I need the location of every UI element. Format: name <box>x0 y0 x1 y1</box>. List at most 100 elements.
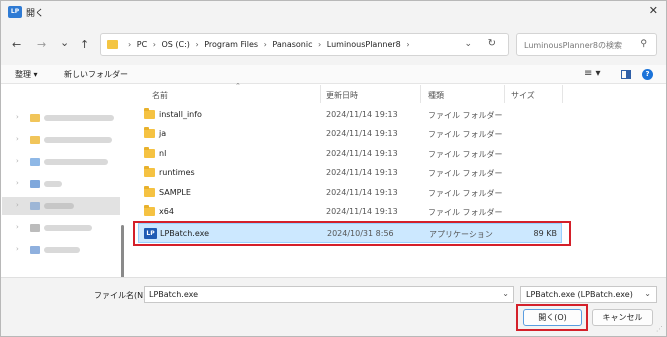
chevron-right-icon[interactable]: › <box>16 179 19 187</box>
help-icon[interactable]: ? <box>642 69 653 80</box>
file-type: ファイル フォルダー <box>428 189 503 198</box>
navigation-bar: ← → ⌄ ↑ › PC › OS (C:) › Program Files ›… <box>1 23 666 65</box>
file-date: 2024/11/14 19:13 <box>326 168 398 177</box>
chevron-right-icon[interactable]: › <box>16 157 19 165</box>
breadcrumb-panasonic[interactable]: Panasonic <box>272 40 312 49</box>
up-icon[interactable]: ↑ <box>80 38 89 51</box>
nav-pane-item[interactable]: › <box>2 175 120 193</box>
column-header-name[interactable]: 名前 <box>152 90 168 101</box>
recent-locations-icon[interactable]: ⌄ <box>60 36 69 49</box>
chevron-right-icon[interactable]: › <box>16 245 19 253</box>
highlight-box-file <box>133 221 571 246</box>
blurred-label <box>44 225 92 231</box>
app-icon: LP <box>8 6 22 18</box>
breadcrumb-separator: › <box>406 40 410 49</box>
column-header-size[interactable]: サイズ <box>511 90 535 101</box>
file-date: 2024/11/14 19:13 <box>326 207 398 216</box>
filename-value[interactable]: LPBatch.exe <box>149 290 198 299</box>
dialog-footer: ファイル名(N): LPBatch.exe ⌄ LPBatch.exe (LPB… <box>1 277 666 336</box>
file-date: 2024/11/14 19:13 <box>326 149 398 158</box>
file-name: nl <box>159 149 167 158</box>
blurred-label <box>44 181 62 187</box>
nav-pane-item[interactable]: › <box>2 241 120 259</box>
file-row[interactable]: x64 2024/11/14 19:13 ファイル フォルダー <box>138 202 562 222</box>
nav-pane-item[interactable]: › <box>2 219 120 237</box>
folder-icon <box>144 186 155 197</box>
chevron-down-icon[interactable]: ⌄ <box>464 39 472 49</box>
sort-ascending-icon: ⌃ <box>235 82 241 90</box>
breadcrumb-separator: › <box>128 40 132 49</box>
organize-button[interactable]: 整理 ▾ <box>15 69 38 80</box>
column-header-type[interactable]: 種類 <box>428 90 444 101</box>
blurred-label <box>44 137 112 143</box>
address-bar[interactable]: › PC › OS (C:) › Program Files › Panason… <box>100 33 509 56</box>
file-type: ファイル フォルダー <box>428 130 503 139</box>
view-options-icon[interactable]: ≡ ▾ <box>584 68 601 79</box>
column-divider[interactable] <box>420 85 421 103</box>
location-icon <box>30 224 40 232</box>
title-bar: LP 開く ✕ <box>1 1 666 23</box>
chevron-down-icon[interactable]: ⌄ <box>644 289 651 298</box>
breadcrumb-separator: › <box>263 40 267 49</box>
folder-icon <box>30 114 40 122</box>
resize-grip-icon[interactable]: ⋰ <box>656 325 663 333</box>
file-type: ファイル フォルダー <box>428 150 503 159</box>
nav-pane-item[interactable]: › <box>2 109 120 127</box>
blurred-label <box>44 247 80 253</box>
column-divider[interactable] <box>320 85 321 103</box>
nav-pane-item[interactable]: › <box>2 153 120 171</box>
filename-label: ファイル名(N): <box>94 291 149 300</box>
chevron-right-icon[interactable]: › <box>16 201 19 209</box>
chevron-down-icon[interactable]: ⌄ <box>502 289 509 298</box>
file-row[interactable]: SAMPLE 2024/11/14 19:13 ファイル フォルダー <box>138 183 562 203</box>
file-name: install_info <box>159 110 202 119</box>
file-type-filter[interactable]: LPBatch.exe (LPBatch.exe) ⌄ <box>520 286 657 303</box>
preview-pane-icon[interactable] <box>621 70 631 79</box>
column-header-modified[interactable]: 更新日時 <box>326 90 358 101</box>
navigation-pane: › › › › › › › <box>2 85 126 285</box>
search-box[interactable]: LuminousPlanner8の検索 ⚲ <box>516 33 657 56</box>
cancel-button[interactable]: キャンセル <box>592 309 653 326</box>
close-icon[interactable]: ✕ <box>649 4 658 17</box>
nav-pane-item-selected[interactable]: › <box>2 197 120 215</box>
chevron-right-icon[interactable]: › <box>16 113 19 121</box>
file-list: ⌃ 名前 更新日時 種類 サイズ install_info 2024/11/14… <box>130 82 655 277</box>
breadcrumb-os-c[interactable]: OS (C:) <box>161 40 189 49</box>
file-date: 2024/11/14 19:13 <box>326 129 398 138</box>
file-type: ファイル フォルダー <box>428 169 503 178</box>
drive-icon <box>30 158 40 166</box>
blurred-label <box>44 115 114 121</box>
file-date: 2024/11/14 19:13 <box>326 110 398 119</box>
open-file-dialog: LP 開く ✕ ← → ⌄ ↑ › PC › OS (C:) › Program… <box>0 0 667 337</box>
back-icon[interactable]: ← <box>12 38 21 51</box>
file-name: SAMPLE <box>159 188 191 197</box>
file-date: 2024/11/14 19:13 <box>326 188 398 197</box>
forward-icon[interactable]: → <box>37 38 46 51</box>
column-divider[interactable] <box>562 85 563 103</box>
file-row[interactable]: ja 2024/11/14 19:13 ファイル フォルダー <box>138 124 562 144</box>
file-row[interactable]: nl 2024/11/14 19:13 ファイル フォルダー <box>138 144 562 164</box>
folder-icon <box>144 166 155 177</box>
search-icon: ⚲ <box>640 39 647 49</box>
breadcrumb-program-files[interactable]: Program Files <box>204 40 258 49</box>
nav-pane-scrollbar[interactable] <box>121 225 124 285</box>
file-row[interactable]: runtimes 2024/11/14 19:13 ファイル フォルダー <box>138 163 562 183</box>
filename-field[interactable]: LPBatch.exe ⌄ <box>144 286 514 303</box>
folder-icon <box>144 108 155 119</box>
chevron-right-icon[interactable]: › <box>16 135 19 143</box>
folder-icon <box>144 147 155 158</box>
chevron-right-icon[interactable]: › <box>16 223 19 231</box>
refresh-icon[interactable]: ↻ <box>488 38 496 49</box>
new-folder-button[interactable]: 新しいフォルダー <box>64 69 128 80</box>
column-divider[interactable] <box>504 85 505 103</box>
search-input[interactable]: LuminousPlanner8の検索 <box>524 40 622 51</box>
command-bar: 整理 ▾ 新しいフォルダー ≡ ▾ ? <box>1 65 666 84</box>
file-type-filter-value[interactable]: LPBatch.exe (LPBatch.exe) <box>526 290 633 299</box>
location-icon <box>30 246 40 254</box>
file-row[interactable]: install_info 2024/11/14 19:13 ファイル フォルダー <box>138 105 562 125</box>
nav-pane-item[interactable]: › <box>2 131 120 149</box>
breadcrumb-luminousplanner8[interactable]: LuminousPlanner8 <box>327 40 401 49</box>
breadcrumb-pc[interactable]: PC <box>137 40 147 49</box>
file-name: x64 <box>159 207 174 216</box>
network-icon <box>30 202 40 210</box>
